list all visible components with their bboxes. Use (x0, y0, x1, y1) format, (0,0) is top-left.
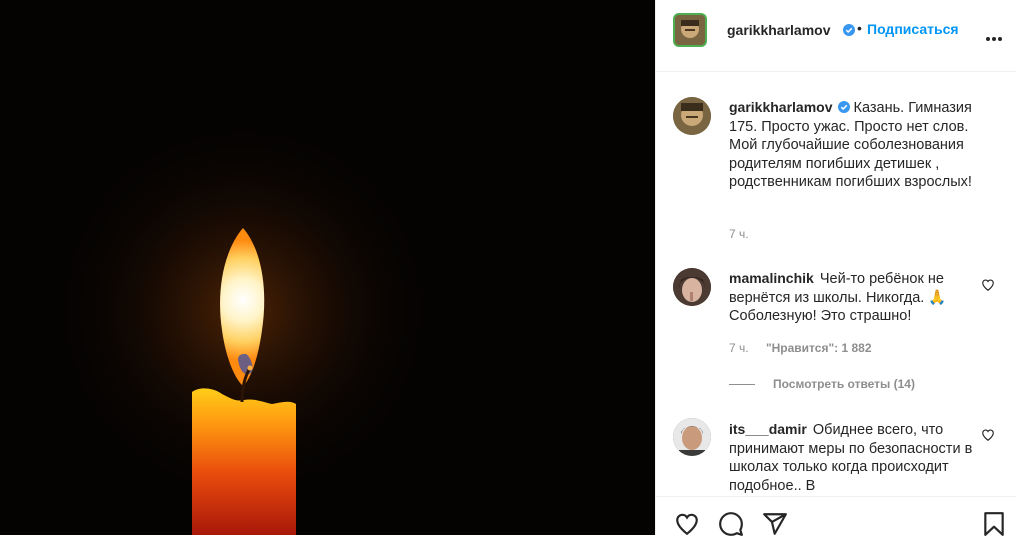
comment-username[interactable]: mamalinchik (729, 270, 814, 286)
comment: its___damir Обиднее всего, что принимают… (729, 420, 984, 495)
view-replies-label: Посмотреть ответы (14) (773, 377, 915, 391)
candle-image (0, 0, 655, 535)
replies-divider (729, 384, 755, 386)
caption-time[interactable]: 7 ч. (729, 227, 749, 241)
share-icon[interactable] (762, 511, 788, 537)
follow-button[interactable]: Подписаться (867, 21, 959, 37)
avatar[interactable] (673, 13, 707, 47)
caption: garikkharlamov Казань. Гимназия 175. Про… (729, 98, 984, 192)
like-icon[interactable] (674, 511, 700, 537)
verified-badge-icon (843, 24, 855, 36)
caption-username[interactable]: garikkharlamov (729, 99, 833, 115)
post-actions (656, 496, 1016, 537)
view-replies-button[interactable]: Посмотреть ответы (14) (729, 377, 915, 391)
more-options-icon[interactable] (986, 20, 1006, 41)
post-media[interactable] (0, 0, 655, 535)
caption-avatar[interactable] (673, 97, 711, 135)
header-username[interactable]: garikkharlamov (727, 22, 831, 38)
comment-username[interactable]: its___damir (729, 421, 807, 437)
save-bookmark-icon[interactable] (981, 511, 1007, 537)
comment: mamalinchik Чей-то ребёнок не вернётся и… (729, 269, 984, 326)
post-panel: garikkharlamov • Подписаться garikkharla… (655, 0, 1016, 537)
dot-separator: • (857, 20, 862, 36)
verified-badge-icon (837, 101, 850, 113)
comment-likes[interactable]: "Нравится": 1 882 (766, 341, 872, 355)
comment-avatar[interactable] (673, 268, 711, 306)
caption-meta: 7 ч. (729, 227, 749, 241)
comment-time[interactable]: 7 ч. (729, 341, 749, 355)
like-comment-icon[interactable] (981, 278, 995, 292)
comment-icon[interactable] (718, 511, 744, 537)
comments-list[interactable]: garikkharlamov Казань. Гимназия 175. Про… (656, 72, 1016, 496)
post-header: garikkharlamov • Подписаться (656, 0, 1016, 72)
like-comment-icon[interactable] (981, 428, 995, 442)
comment-meta: 7 ч. "Нравится": 1 882 (729, 341, 872, 355)
comment-avatar[interactable] (673, 418, 711, 456)
